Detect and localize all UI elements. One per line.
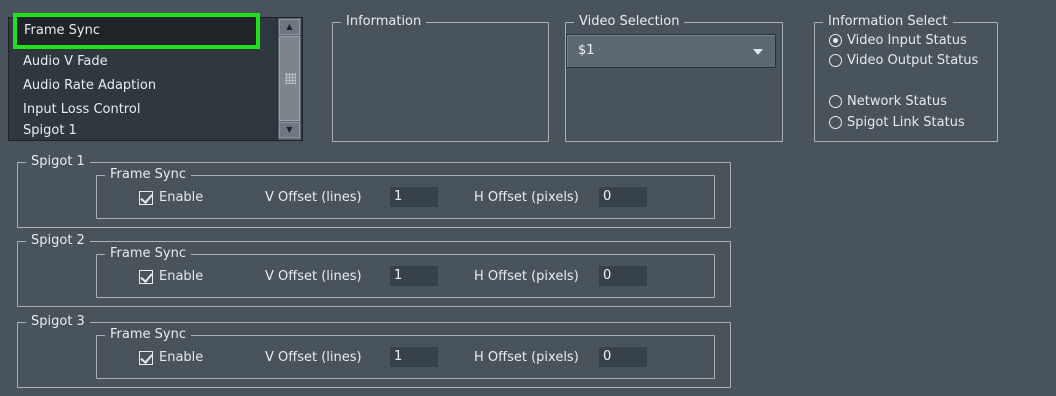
- scroll-down-button[interactable]: ▼: [279, 122, 300, 138]
- radio-label: Spigot Link Status: [847, 115, 965, 130]
- chevron-down-icon: [753, 49, 763, 55]
- checkbox-icon[interactable]: [139, 350, 153, 365]
- list-item-audio-v-fade[interactable]: Audio V Fade: [18, 51, 276, 73]
- radio-label: Video Output Status: [847, 53, 979, 68]
- v-offset-label: V Offset (lines): [265, 350, 362, 365]
- video-selection-title: Video Selection: [574, 14, 685, 30]
- spigot-1-group: Spigot 1 Frame Sync Enable V Offset (lin…: [17, 154, 731, 228]
- h-offset-input[interactable]: 0: [599, 187, 647, 207]
- v-offset-label: V Offset (lines): [265, 190, 362, 205]
- v-offset-label: V Offset (lines): [265, 269, 362, 284]
- v-offset-input[interactable]: 1: [390, 347, 438, 367]
- information-group: Information: [332, 14, 549, 142]
- enable-label: Enable: [159, 269, 204, 284]
- spigot-1-title: Spigot 1: [26, 154, 90, 170]
- frame-sync-group: Frame Sync Enable V Offset (lines) 1 H O…: [96, 246, 715, 298]
- h-offset-label: H Offset (pixels): [474, 350, 579, 365]
- radio-indicator[interactable]: [829, 34, 842, 47]
- frame-sync-title: Frame Sync: [105, 327, 191, 343]
- frame-sync-group: Frame Sync Enable V Offset (lines) 1 H O…: [96, 327, 715, 379]
- information-select-group: Information Select Video Input Status Vi…: [814, 14, 998, 142]
- enable-label: Enable: [159, 350, 204, 365]
- list-item-frame-sync[interactable]: Frame Sync: [13, 13, 260, 49]
- spigot-3-title: Spigot 3: [26, 314, 90, 330]
- list-item-audio-rate-adaption[interactable]: Audio Rate Adaption: [18, 75, 276, 97]
- information-select-title: Information Select: [823, 14, 953, 30]
- v-offset-input[interactable]: 1: [390, 187, 438, 207]
- radio-network-status[interactable]: Network Status: [829, 94, 947, 109]
- checkbox-icon[interactable]: [139, 269, 153, 284]
- list-scrollbar[interactable]: ▲ ▼: [277, 18, 301, 140]
- h-offset-label: H Offset (pixels): [474, 269, 579, 284]
- spigot-2-title: Spigot 2: [26, 233, 90, 249]
- radio-indicator[interactable]: [829, 116, 842, 129]
- radio-indicator[interactable]: [829, 54, 842, 67]
- spigot-3-group: Spigot 3 Frame Sync Enable V Offset (lin…: [17, 314, 731, 388]
- video-selection-value: $1: [578, 43, 595, 58]
- list-item-input-loss-control[interactable]: Input Loss Control: [18, 99, 276, 121]
- radio-video-input-status[interactable]: Video Input Status: [829, 33, 967, 48]
- radio-indicator[interactable]: [829, 95, 842, 108]
- scroll-thumb[interactable]: [279, 36, 300, 121]
- radio-video-output-status[interactable]: Video Output Status: [829, 53, 978, 68]
- enable-checkbox[interactable]: Enable: [139, 350, 203, 365]
- enable-label: Enable: [159, 190, 204, 205]
- radio-label: Network Status: [847, 94, 947, 109]
- frame-sync-title: Frame Sync: [105, 246, 191, 262]
- v-offset-input[interactable]: 1: [390, 266, 438, 286]
- radio-spigot-link-status[interactable]: Spigot Link Status: [829, 115, 965, 130]
- grip-icon: [285, 73, 296, 84]
- enable-checkbox[interactable]: Enable: [139, 190, 203, 205]
- checkbox-icon[interactable]: [139, 190, 153, 205]
- category-list[interactable]: Frame Sync Audio V Fade Audio Rate Adapt…: [8, 13, 303, 142]
- h-offset-input[interactable]: 0: [599, 347, 647, 367]
- frame-sync-group: Frame Sync Enable V Offset (lines) 1 H O…: [96, 167, 715, 219]
- chevron-down-icon: ▼: [286, 125, 293, 134]
- frame-sync-title: Frame Sync: [105, 167, 191, 183]
- information-title: Information: [341, 14, 427, 30]
- enable-checkbox[interactable]: Enable: [139, 269, 203, 284]
- h-offset-label: H Offset (pixels): [474, 190, 579, 205]
- video-selection-dropdown[interactable]: $1: [566, 34, 776, 68]
- h-offset-input[interactable]: 0: [599, 266, 647, 286]
- scroll-up-button[interactable]: ▲: [279, 19, 300, 35]
- radio-label: Video Input Status: [847, 33, 967, 48]
- chevron-up-icon: ▲: [286, 22, 293, 31]
- list-item-spigot-1[interactable]: Spigot 1: [18, 120, 276, 142]
- spigot-2-group: Spigot 2 Frame Sync Enable V Offset (lin…: [17, 233, 731, 307]
